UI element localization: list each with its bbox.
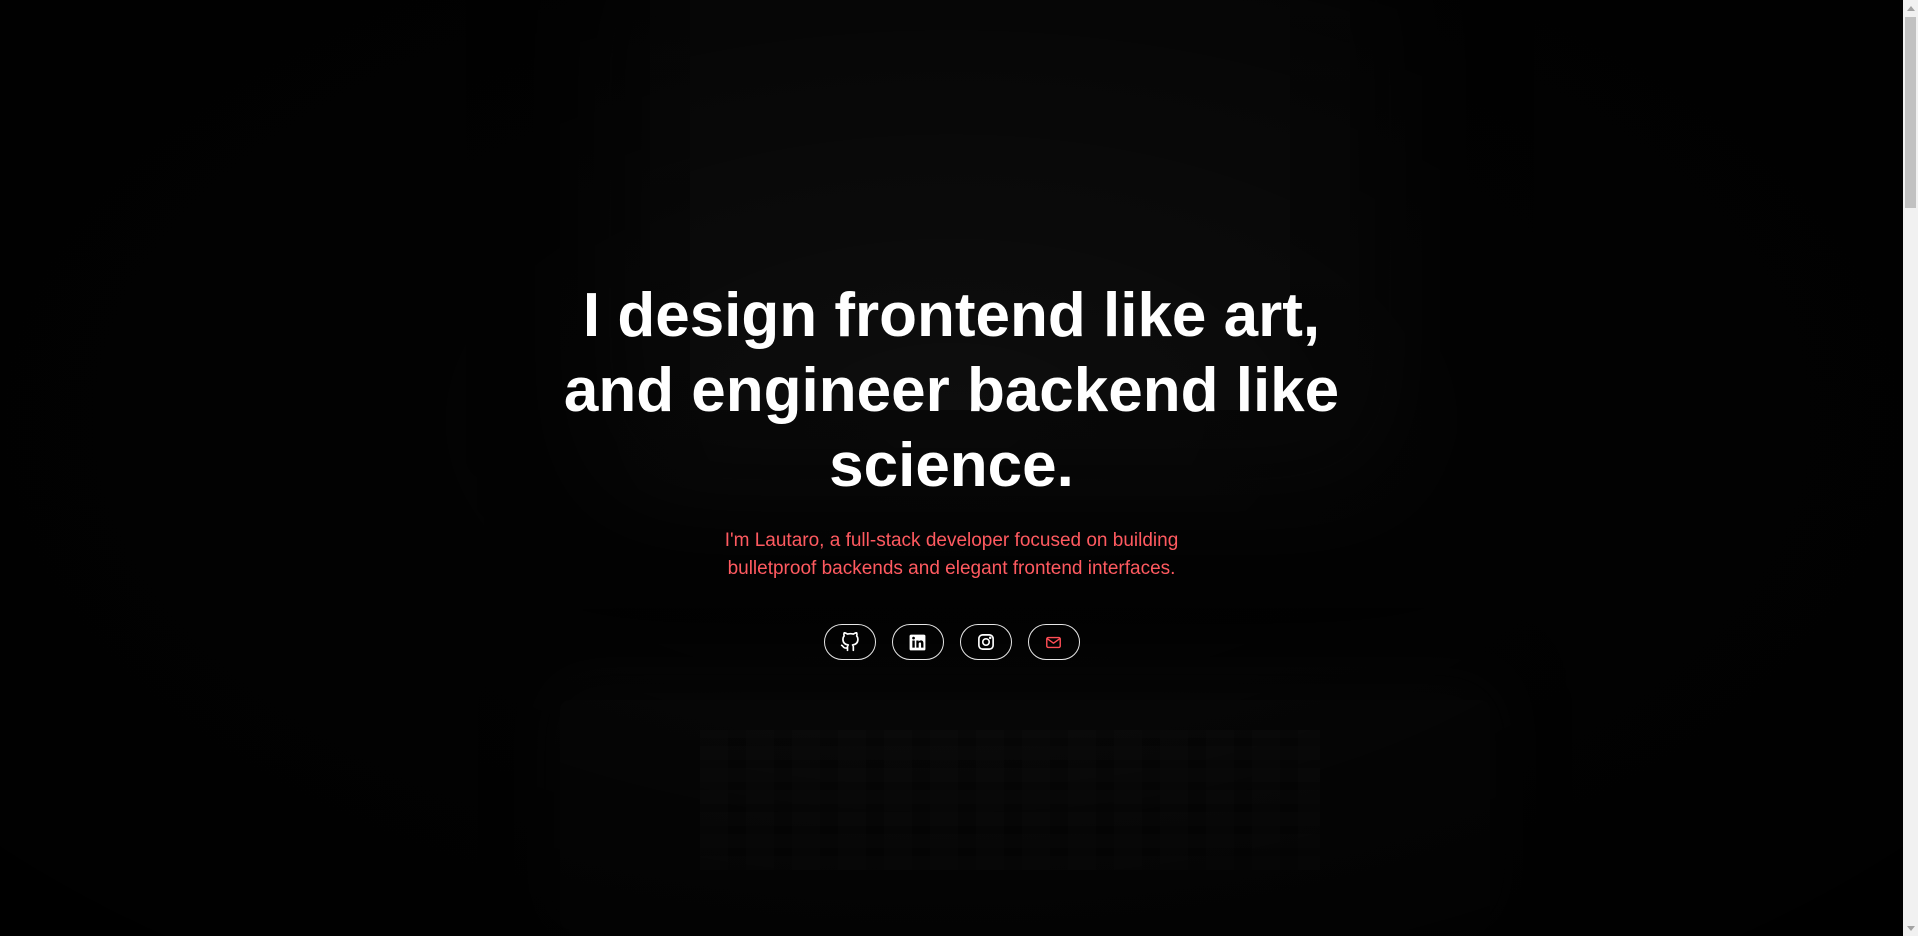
mail-icon [1045,634,1062,651]
vertical-scrollbar[interactable] [1903,0,1918,936]
social-links [823,624,1080,660]
scroll-up-arrow[interactable] [1903,0,1918,16]
hero-section: I design frontend like art, and engineer… [0,0,1903,936]
instagram-link-button[interactable] [959,624,1012,660]
linkedin-icon [908,633,927,652]
instagram-icon [977,633,995,651]
hero-headline: I design frontend like art, and engineer… [563,281,1340,500]
scroll-down-arrow[interactable] [1903,920,1918,936]
github-icon [840,632,860,652]
scroll-thumb[interactable] [1905,17,1916,208]
github-link-button[interactable] [823,624,876,660]
page-viewport: I design frontend like art, and engineer… [0,0,1903,936]
linkedin-link-button[interactable] [891,624,944,660]
mail-link-button[interactable] [1027,624,1080,660]
hero-subtext: I'm Lautaro, a full-stack developer focu… [724,530,1179,579]
